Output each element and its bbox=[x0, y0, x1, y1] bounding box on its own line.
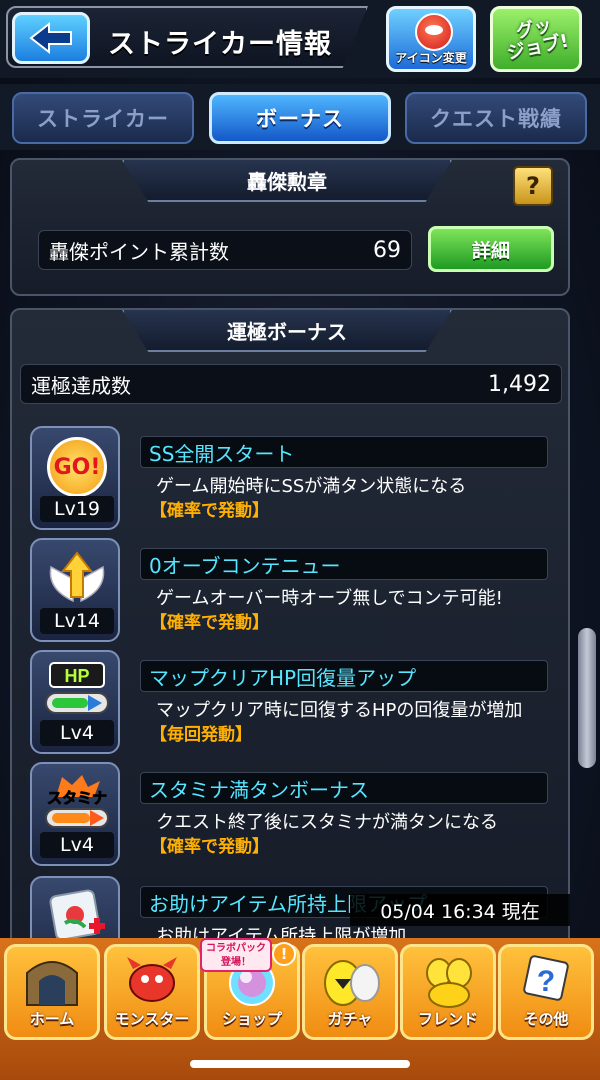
bonus-trigger: 【確率で発動】 bbox=[150, 613, 269, 633]
tab-bonus[interactable]: ボーナス bbox=[209, 92, 391, 144]
bonus-badge: スタミナ Lv4 bbox=[30, 762, 120, 866]
nav-label: ガチャ bbox=[327, 1010, 373, 1028]
home-indicator[interactable] bbox=[190, 1060, 410, 1068]
bonus-trigger: 【確率で発動】 bbox=[150, 837, 269, 857]
go-icon: GO! bbox=[47, 437, 107, 497]
bonus-item: スタミナ Lv4 スタミナ満タンボーナス クエスト終了後にスタミナが満タンになる… bbox=[30, 762, 550, 868]
hp-text: HP bbox=[64, 666, 89, 686]
collab-pack-tag[interactable]: コラボパック 登場！ bbox=[200, 938, 272, 972]
bonus-description: ゲーム開始時にSSが満タン状態になる bbox=[156, 476, 467, 497]
bonus-trigger: 【確率で発動】 bbox=[150, 501, 269, 521]
alert-badge: ! bbox=[272, 942, 296, 966]
bonus-name: スタミナ満タンボーナス bbox=[140, 772, 548, 804]
timestamp: 05/04 16:34 現在 bbox=[350, 894, 570, 926]
bonus-description: クエスト終了後にスタミナが満タンになる bbox=[156, 812, 498, 833]
bonus-level: Lv19 bbox=[40, 496, 114, 522]
bonus-name: 0オーブコンテニュー bbox=[140, 548, 548, 580]
icon-change-label: アイコン変更 bbox=[395, 51, 467, 65]
home-gate-icon bbox=[26, 961, 78, 1006]
luck-achieved-value: 1,492 bbox=[488, 371, 551, 397]
bonus-name: SS全開スタート bbox=[140, 436, 548, 468]
nav-label: モンスター bbox=[114, 1010, 190, 1028]
medal-panel-heading: 轟傑勲章 bbox=[122, 160, 452, 202]
header-bar: ストライカー情報 アイコン変更 グッ ジョブ! bbox=[0, 0, 600, 78]
back-button[interactable] bbox=[12, 12, 90, 64]
bonus-level: Lv4 bbox=[40, 720, 114, 746]
bonus-item: GO! Lv19 SS全開スタート ゲーム開始時にSSが満タン状態になる 【確率… bbox=[30, 426, 550, 532]
egg-icon bbox=[324, 960, 380, 1006]
scrollbar-thumb[interactable] bbox=[578, 628, 596, 768]
nav-other[interactable]: ? その他 bbox=[498, 944, 594, 1040]
good-job-button[interactable]: グッ ジョブ! bbox=[490, 6, 582, 72]
icon-change-button[interactable]: アイコン変更 bbox=[386, 6, 476, 72]
bonus-level: Lv4 bbox=[40, 832, 114, 858]
friend-icon bbox=[426, 958, 472, 1008]
hp-gauge-icon: HP bbox=[45, 662, 109, 714]
nav-label: ショップ bbox=[221, 1010, 282, 1028]
bonus-level: Lv14 bbox=[40, 608, 114, 634]
collab-pack-label: コラボパック 登場！ bbox=[206, 943, 266, 968]
back-arrow-icon bbox=[29, 22, 72, 54]
stamina-icon: スタミナ bbox=[45, 775, 109, 828]
luck-panel-heading: 運極ボーナス bbox=[122, 310, 452, 352]
nav-label: フレンド bbox=[417, 1010, 478, 1028]
nav-gacha[interactable]: ガチャ bbox=[302, 944, 398, 1040]
bonus-name: マップクリアHP回復量アップ bbox=[140, 660, 548, 692]
bonus-badge: Lv14 bbox=[30, 538, 120, 642]
bonus-item: HP Lv4 マップクリアHP回復量アップ マップクリア時に回復するHPの回復量… bbox=[30, 650, 550, 756]
medal-points-label: 轟傑ポイント累計数 bbox=[49, 239, 229, 264]
bonus-item: Lv14 0オーブコンテニュー ゲームオーバー時オーブ無しでコンテ可能! 【確率… bbox=[30, 538, 550, 644]
bonus-description: ゲームオーバー時オーブ無しでコンテ可能! bbox=[156, 588, 503, 609]
medal-points-value: 69 bbox=[373, 237, 401, 263]
good-job-label: グッ ジョブ! bbox=[505, 14, 571, 65]
monster-face-icon bbox=[415, 13, 453, 51]
app-screen: ストライカー情報 アイコン変更 グッ ジョブ! ストライカー ボーナス クエスト… bbox=[0, 0, 600, 1080]
svg-text:?: ? bbox=[537, 965, 555, 998]
tab-striker[interactable]: ストライカー bbox=[12, 92, 194, 144]
bonus-trigger: 【毎回発動】 bbox=[150, 725, 252, 745]
help-button[interactable]: ? bbox=[513, 166, 553, 206]
dragon-icon bbox=[127, 957, 177, 1002]
bottom-nav: ホーム モンスター ショップ ガチャ フレンド ? その他 bbox=[0, 938, 600, 1080]
bonus-badge: GO! Lv19 bbox=[30, 426, 120, 530]
nav-label: ホーム bbox=[29, 1010, 75, 1028]
nav-home[interactable]: ホーム bbox=[4, 944, 100, 1040]
bonus-description: マップクリア時に回復するHPの回復量が増加 bbox=[156, 700, 523, 721]
bonus-badge: HP Lv4 bbox=[30, 650, 120, 754]
nav-friend[interactable]: フレンド bbox=[400, 944, 496, 1040]
nav-monster[interactable]: モンスター bbox=[104, 944, 200, 1040]
luck-achieved-row: 運極達成数 1,492 bbox=[20, 364, 562, 404]
detail-button[interactable]: 詳細 bbox=[428, 226, 554, 272]
stamina-text: スタミナ bbox=[47, 790, 107, 807]
tab-bar: ストライカー ボーナス クエスト戦績 bbox=[0, 84, 600, 150]
winged-arrow-icon bbox=[49, 551, 105, 603]
nav-label: その他 bbox=[523, 1010, 569, 1028]
page-title: ストライカー情報 bbox=[108, 29, 332, 60]
tab-quest-record[interactable]: クエスト戦績 bbox=[405, 92, 587, 144]
luck-achieved-label: 運極達成数 bbox=[31, 373, 131, 398]
question-box-icon: ? bbox=[523, 955, 569, 1001]
medal-points-row: 轟傑ポイント累計数 69 bbox=[38, 230, 412, 270]
